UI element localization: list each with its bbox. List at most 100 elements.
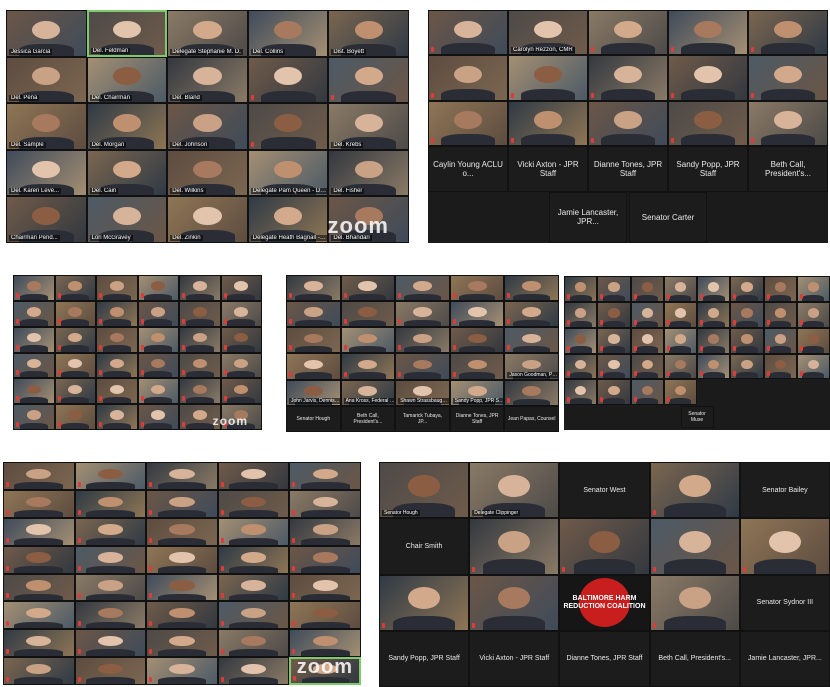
participant-tile[interactable] [74, 657, 147, 685]
participant-tile[interactable]: Senator Carter [629, 191, 707, 243]
participant-tile[interactable] [13, 352, 55, 379]
participant-tile[interactable]: Vicki Axton - JPR Staff [469, 630, 560, 687]
participant-tile[interactable] [217, 462, 290, 490]
participant-tile[interactable] [668, 10, 748, 56]
participant-tile[interactable]: Del. Collins [247, 10, 329, 57]
participant-tile[interactable] [395, 301, 450, 328]
participant-tile[interactable] [289, 545, 361, 574]
participant-tile[interactable] [3, 462, 75, 490]
participant-tile[interactable] [668, 100, 748, 147]
participant-tile[interactable]: John Jarvis, Dennis P... [286, 379, 341, 406]
participant-tile[interactable] [3, 489, 75, 518]
participant-tile[interactable] [137, 352, 179, 379]
participant-tile[interactable]: Senator Bailey [739, 462, 830, 519]
participant-tile[interactable] [137, 378, 179, 405]
participant-tile[interactable] [220, 300, 262, 327]
participant-tile[interactable] [137, 300, 179, 327]
participant-tile[interactable] [146, 573, 218, 602]
participant-tile[interactable] [428, 55, 508, 101]
participant-tile[interactable] [340, 353, 396, 380]
participant-tile[interactable] [96, 300, 138, 327]
participant-tile[interactable] [13, 300, 55, 327]
participant-tile[interactable] [649, 518, 740, 575]
participant-tile[interactable] [54, 378, 96, 405]
participant-tile[interactable] [328, 56, 409, 104]
participant-tile[interactable]: Beth Call, President's... [340, 405, 396, 432]
participant-tile[interactable]: Dist. Boyett [328, 10, 409, 57]
participant-tile[interactable] [96, 378, 138, 405]
participant-tile[interactable]: Del. Zinkin [167, 196, 248, 243]
participant-tile[interactable] [630, 379, 664, 406]
participant-tile[interactable] [74, 629, 147, 658]
participant-tile[interactable] [146, 517, 218, 546]
participant-tile[interactable] [137, 275, 179, 301]
participant-tile[interactable] [217, 489, 290, 518]
participant-tile[interactable] [74, 545, 147, 574]
participant-tile[interactable] [796, 276, 830, 302]
participant-tile[interactable]: Carolyn Rezzon, CMR [508, 10, 588, 56]
participant-tile[interactable] [340, 275, 396, 302]
participant-tile[interactable] [220, 352, 262, 379]
participant-tile[interactable] [504, 301, 559, 328]
participant-tile[interactable] [54, 326, 96, 353]
participant-tile[interactable] [220, 326, 262, 353]
participant-tile[interactable]: Delegate Stephanie M. D. [167, 10, 248, 57]
participant-tile[interactable] [588, 10, 668, 56]
participant-tile[interactable]: Delegate Pam Queen - District 14 [247, 149, 329, 197]
participant-tile[interactable] [564, 353, 598, 380]
participant-tile[interactable] [597, 379, 631, 406]
participant-tile[interactable] [428, 100, 508, 147]
participant-tile[interactable] [13, 326, 55, 353]
participant-tile[interactable]: Shawn Strassbaugh S... [395, 379, 450, 406]
participant-tile[interactable] [217, 517, 290, 546]
participant-tile[interactable] [179, 300, 221, 327]
participant-tile[interactable] [630, 327, 664, 354]
participant-tile[interactable]: Senator Muse [680, 406, 714, 428]
participant-tile[interactable]: Jamie Lancaster, JPR... [739, 630, 830, 687]
participant-tile[interactable] [137, 326, 179, 353]
participant-tile[interactable] [286, 301, 341, 328]
participant-tile[interactable] [469, 574, 560, 631]
participant-tile[interactable] [395, 353, 450, 380]
participant-tile[interactable]: Senator Sydnor III [739, 574, 830, 631]
participant-tile[interactable] [763, 301, 797, 328]
participant-tile[interactable] [428, 10, 508, 56]
participant-tile[interactable] [247, 103, 329, 150]
participant-tile[interactable] [146, 629, 218, 658]
participant-tile[interactable]: Jason Goodman, Presi... [504, 353, 559, 380]
participant-tile[interactable] [763, 353, 797, 380]
participant-tile[interactable] [289, 601, 361, 630]
participant-tile[interactable]: Dianne Tones, JPR Staff [449, 405, 505, 432]
participant-tile[interactable] [289, 489, 361, 518]
participant-tile[interactable] [697, 353, 731, 380]
participant-tile[interactable] [3, 517, 75, 546]
participant-tile[interactable] [217, 545, 290, 574]
participant-tile[interactable]: Del. Johnson [167, 103, 248, 150]
participant-tile[interactable] [748, 55, 828, 101]
participant-tile[interactable]: Lori McGravey [86, 196, 168, 243]
participant-tile[interactable] [564, 379, 598, 406]
participant-tile[interactable] [730, 327, 764, 354]
participant-tile[interactable] [340, 327, 396, 354]
participant-tile[interactable] [748, 10, 828, 56]
participant-tile[interactable] [54, 404, 96, 430]
participant-tile[interactable] [96, 352, 138, 379]
participant-tile[interactable]: Del. Bland [167, 56, 248, 104]
participant-tile[interactable]: Delegate Heath Bagnall - District 3 [247, 196, 329, 243]
participant-tile[interactable] [663, 353, 697, 380]
participant-tile[interactable] [286, 353, 341, 380]
participant-tile[interactable]: Senator Hough [286, 405, 341, 432]
participant-tile[interactable] [449, 275, 505, 302]
participant-tile[interactable] [504, 275, 559, 302]
participant-tile[interactable] [379, 574, 470, 631]
participant-tile[interactable]: Del. Krebs [328, 103, 409, 150]
participant-tile[interactable] [13, 404, 55, 430]
participant-tile[interactable]: Chair Smith [379, 518, 470, 575]
participant-tile[interactable] [697, 327, 731, 354]
participant-tile[interactable]: Sandy Popp, JPR Staff [668, 146, 748, 192]
participant-tile[interactable]: Del. Pena [6, 56, 87, 104]
participant-tile[interactable]: Jamie Lancaster, JPR... [549, 191, 627, 243]
participant-tile[interactable] [340, 301, 396, 328]
participant-tile[interactable] [217, 657, 290, 685]
participant-tile[interactable] [663, 301, 697, 328]
